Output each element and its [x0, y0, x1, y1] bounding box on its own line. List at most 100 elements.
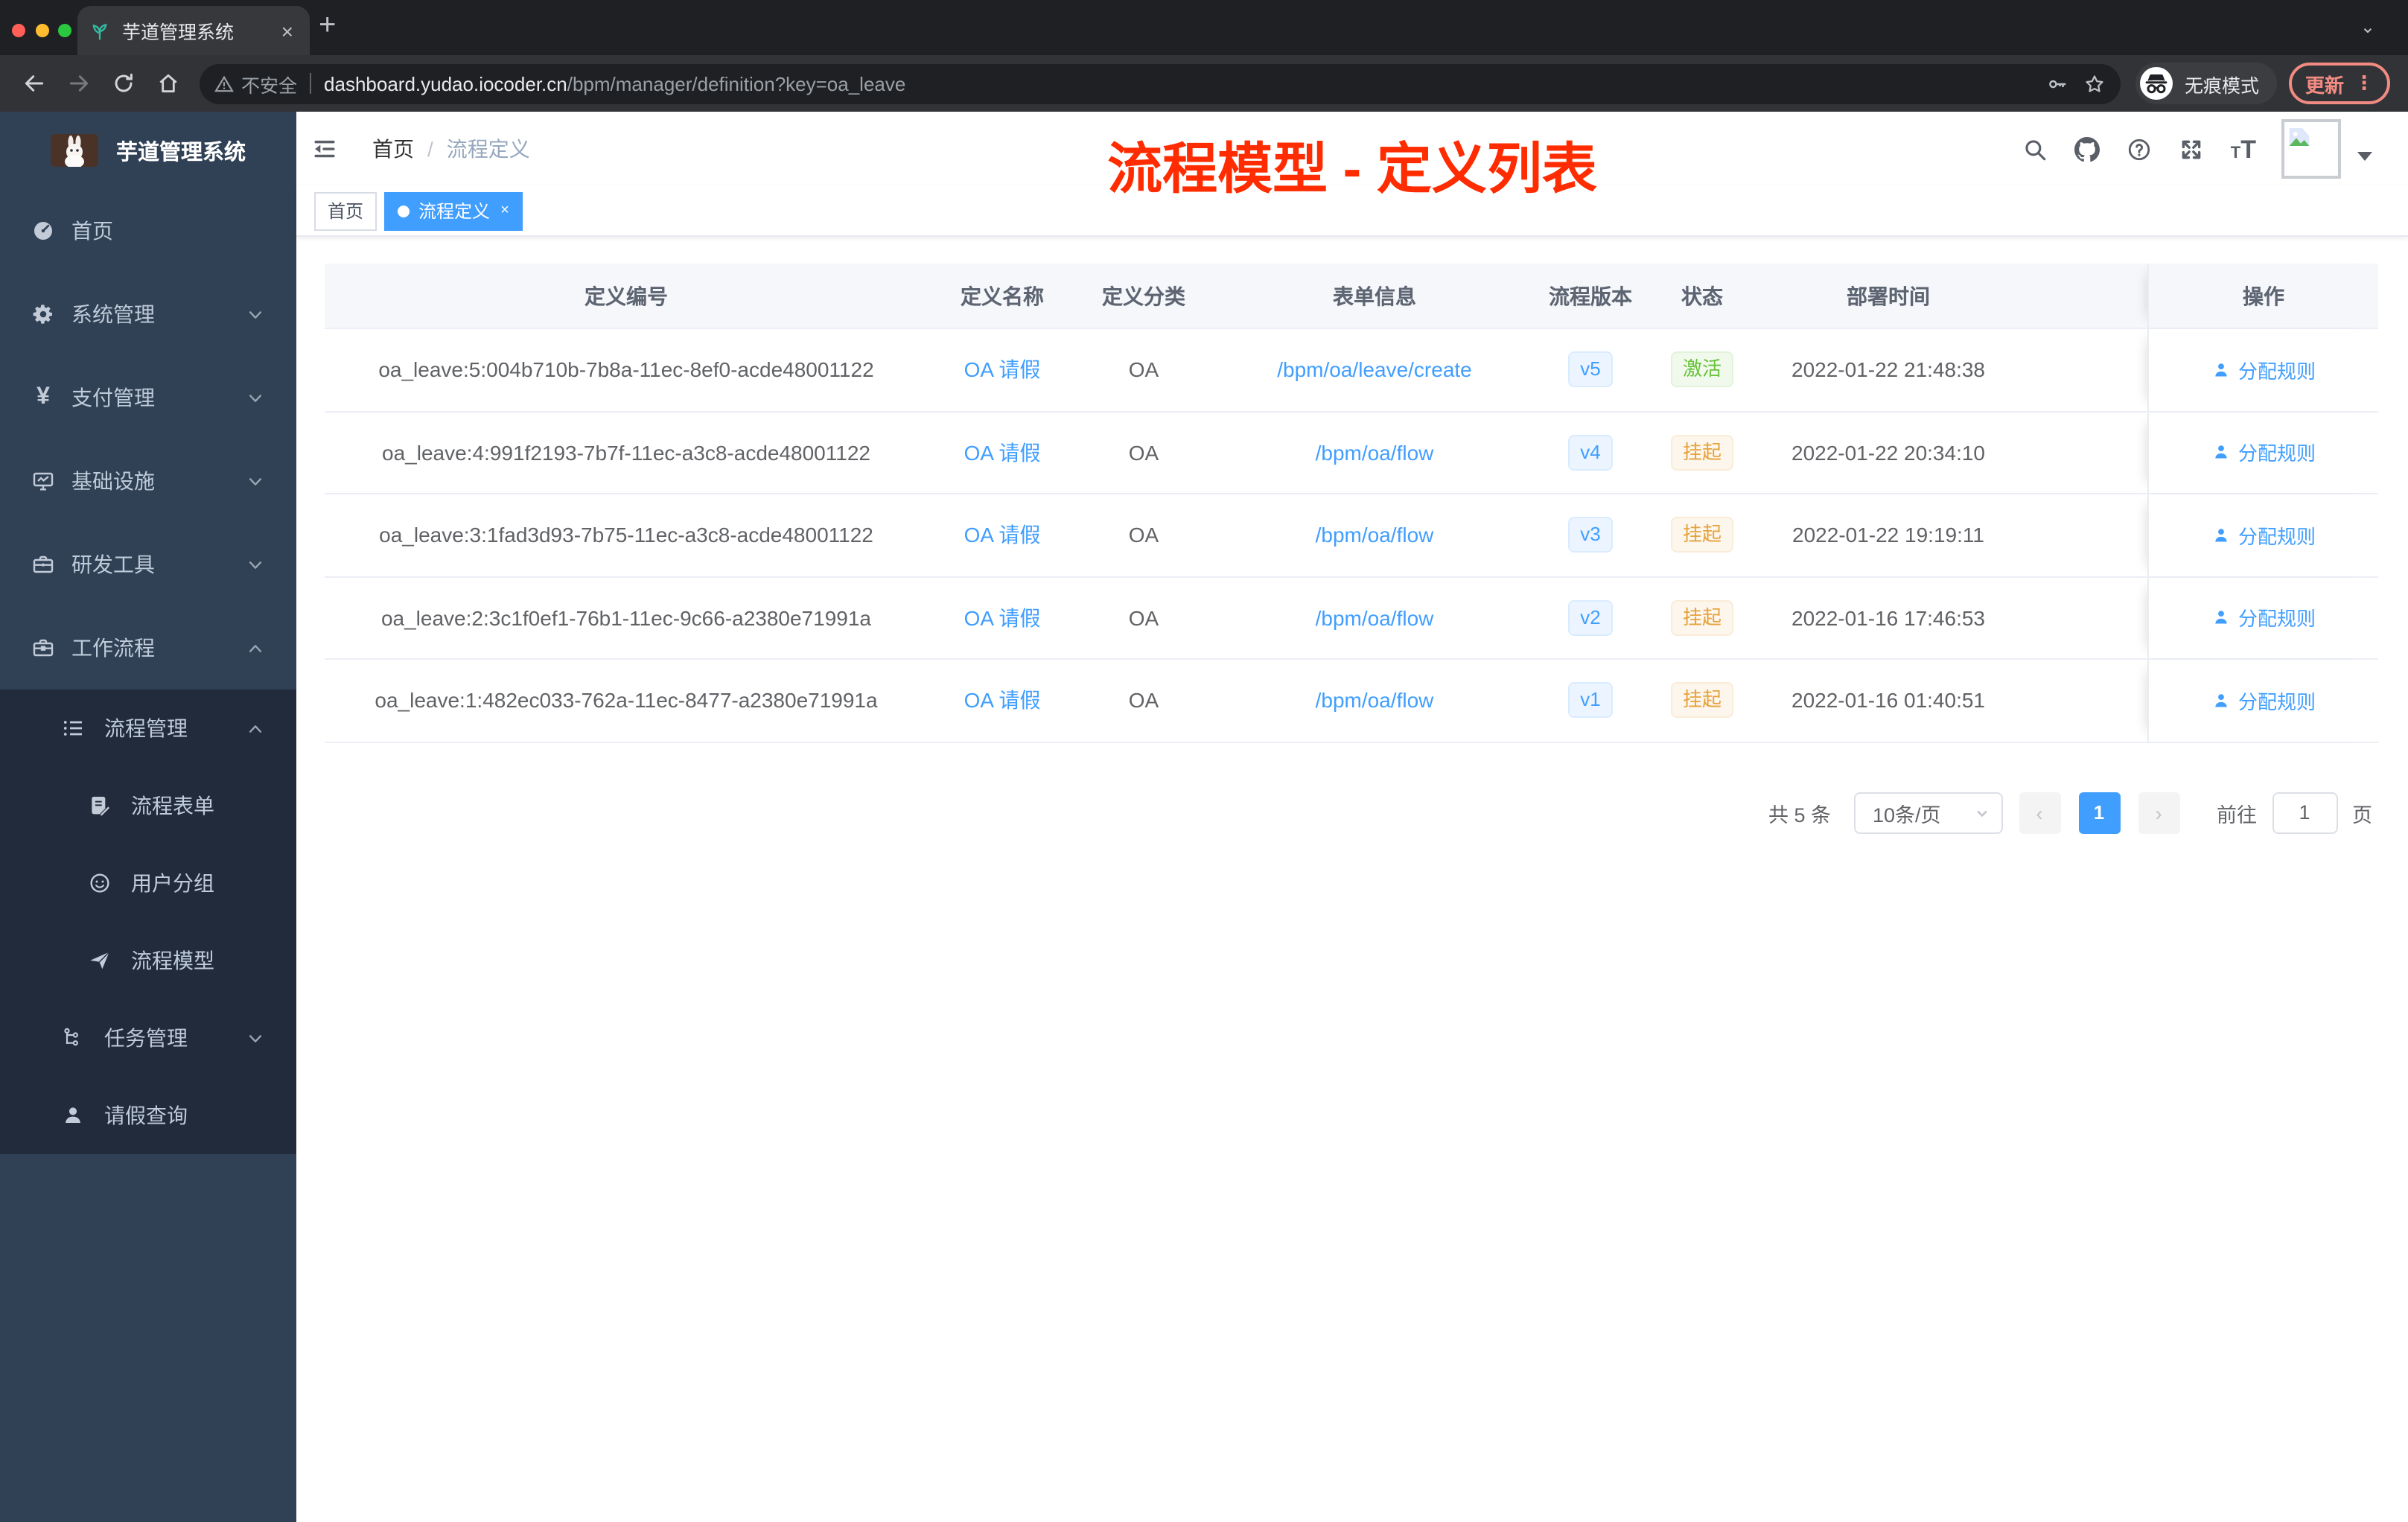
definition-name-link[interactable]: OA 请假 — [964, 520, 1041, 550]
browser-tab[interactable]: 芋道管理系统 × — [77, 6, 310, 55]
home-icon[interactable] — [152, 67, 185, 100]
sidebar-item-label: 流程模型 — [131, 949, 214, 972]
sidebar-item-流程管理[interactable]: 流程管理 — [0, 690, 296, 767]
sidebar-item-基础设施[interactable]: 基础设施 — [0, 439, 296, 523]
font-size-icon[interactable]: TT — [2231, 136, 2256, 162]
sidebar-item-用户分组[interactable]: 用户分组 — [0, 844, 296, 922]
close-window-button[interactable] — [12, 23, 25, 36]
table-row: oa_leave:5:004b710b-7b8a-11ec-8ef0-acde4… — [325, 329, 2378, 412]
browser-window: 芋道管理系统 × + ⌄ 不安全 dashboard.yudao.iocoder… — [0, 0, 2408, 1522]
version-badge: v4 — [1568, 434, 1613, 471]
tag-首页[interactable]: 首页 — [314, 191, 378, 230]
sidebar-item-首页[interactable]: 首页 — [0, 189, 296, 273]
minimize-window-button[interactable] — [35, 23, 48, 36]
password-key-icon[interactable] — [2046, 72, 2068, 95]
users-icon — [86, 870, 113, 897]
kebab-menu-icon[interactable]: ⋮ — [2354, 71, 2374, 95]
definition-name-link[interactable]: OA 请假 — [964, 686, 1041, 716]
assign-rule-link[interactable]: 分配规则 — [2211, 356, 2316, 384]
sidebar-collapse-icon[interactable] — [311, 133, 344, 165]
cell-form-info: /bpm/oa/flow — [1211, 577, 1538, 658]
window-controls[interactable] — [12, 23, 71, 36]
assign-rule-link[interactable]: 分配规则 — [2211, 604, 2316, 632]
sidebar-item-label: 流程管理 — [104, 716, 188, 740]
form-icon — [86, 792, 113, 819]
address-bar[interactable]: 不安全 dashboard.yudao.iocoder.cn/bpm/manag… — [200, 63, 2121, 104]
back-icon[interactable] — [18, 67, 51, 100]
dashboard-icon — [30, 217, 57, 244]
sidebar-item-研发工具[interactable]: 研发工具 — [0, 523, 296, 606]
cell-definition-name: OA 请假 — [928, 412, 1077, 493]
fullscreen-icon[interactable] — [2179, 136, 2205, 162]
tab-search-icon[interactable]: ⌄ — [2360, 16, 2375, 37]
chevron-up-icon — [247, 720, 264, 736]
url-text[interactable]: dashboard.yudao.iocoder.cn/bpm/manager/d… — [324, 72, 2046, 95]
github-icon[interactable] — [2074, 136, 2101, 162]
browser-menu-button[interactable]: 更新 ⋮ — [2288, 63, 2390, 104]
page-content: 定义编号 定义名称 定义分类 表单信息 流程版本 状态 部署时间 操作 oa_leave:5:… — [296, 237, 2408, 833]
prev-page-button[interactable]: ‹ — [2019, 792, 2060, 833]
assign-rule-link[interactable]: 分配规则 — [2211, 687, 2316, 715]
assign-rule-link[interactable]: 分配规则 — [2211, 439, 2316, 467]
sidebar-item-label: 支付管理 — [71, 386, 155, 410]
search-icon[interactable] — [2022, 136, 2049, 162]
sidebar-item-流程模型[interactable]: 流程模型 — [0, 922, 296, 999]
cell-status: 激活 — [1643, 329, 1762, 410]
cell-form-info: /bpm/oa/leave/create — [1211, 329, 1538, 410]
toolbox-icon — [30, 551, 57, 578]
next-page-button[interactable]: › — [2138, 792, 2179, 833]
cell-category: OA — [1128, 523, 1159, 547]
version-badge: v2 — [1568, 599, 1613, 636]
page-size-select[interactable]: 10条/页 — [1853, 792, 2002, 833]
assign-rule-link[interactable]: 分配规则 — [2211, 521, 2316, 550]
tab-close-icon[interactable]: × — [277, 19, 298, 42]
tab-strip: 芋道管理系统 × + ⌄ — [0, 0, 2408, 55]
new-tab-button[interactable]: + — [319, 9, 336, 43]
cell-version: v4 — [1538, 412, 1643, 493]
current-page-button[interactable]: 1 — [2078, 792, 2120, 833]
form-link[interactable]: /bpm/oa/leave/create — [1277, 358, 1472, 382]
row-spacer — [2015, 577, 2147, 658]
form-link[interactable]: /bpm/oa/flow — [1316, 441, 1434, 465]
definition-name-link[interactable]: OA 请假 — [964, 438, 1041, 468]
chevron-down-icon — [247, 1030, 264, 1046]
omnibox-divider — [309, 73, 311, 94]
not-secure-warning-icon[interactable] — [214, 74, 234, 93]
zoom-window-button[interactable] — [58, 23, 71, 36]
status-badge: 挂起 — [1670, 682, 1733, 719]
broken-image-icon — [2289, 128, 2310, 146]
sidebar-item-任务管理[interactable]: 任务管理 — [0, 999, 296, 1077]
form-link[interactable]: /bpm/oa/flow — [1316, 689, 1434, 713]
forward-icon[interactable] — [63, 67, 95, 100]
help-icon[interactable] — [2127, 136, 2153, 162]
definition-name-link[interactable]: OA 请假 — [964, 355, 1041, 385]
person-icon — [2211, 691, 2231, 710]
update-label[interactable]: 更新 — [2305, 69, 2344, 98]
sidebar-item-工作流程[interactable]: 工作流程 — [0, 606, 296, 690]
form-link[interactable]: /bpm/oa/flow — [1316, 523, 1434, 547]
sidebar-item-支付管理[interactable]: ¥ 支付管理 — [0, 356, 296, 439]
sidebar-item-系统管理[interactable]: 系统管理 — [0, 273, 296, 356]
tag-流程定义[interactable]: 流程定义 × — [384, 191, 523, 230]
sidebar-item-请假查询[interactable]: 请假查询 — [0, 1077, 296, 1154]
goto-page-input[interactable] — [2272, 792, 2337, 833]
chevron-down-icon — [247, 473, 264, 489]
avatar[interactable] — [2281, 119, 2341, 179]
sidebar-item-label: 首页 — [71, 219, 113, 243]
active-dot-icon — [398, 205, 410, 217]
tab-title: 芋道管理系统 — [122, 22, 235, 43]
row-spacer — [2015, 494, 2147, 576]
sidebar-item-流程表单[interactable]: 流程表单 — [0, 767, 296, 844]
reload-icon[interactable] — [107, 67, 140, 100]
bookmark-star-icon[interactable] — [2083, 72, 2106, 95]
avatar-dropdown-caret-icon[interactable] — [2357, 152, 2372, 161]
version-badge: v1 — [1568, 682, 1613, 719]
incognito-label: 无痕模式 — [2184, 75, 2259, 96]
app-logo-row[interactable]: 芋道管理系统 — [0, 112, 296, 189]
definition-name-link[interactable]: OA 请假 — [964, 603, 1041, 633]
status-badge: 挂起 — [1670, 517, 1733, 553]
form-link[interactable]: /bpm/oa/flow — [1316, 606, 1434, 630]
tag-close-icon[interactable]: × — [500, 203, 509, 219]
breadcrumb-home[interactable]: 首页 — [372, 134, 414, 164]
security-label[interactable]: 不安全 — [241, 69, 297, 98]
